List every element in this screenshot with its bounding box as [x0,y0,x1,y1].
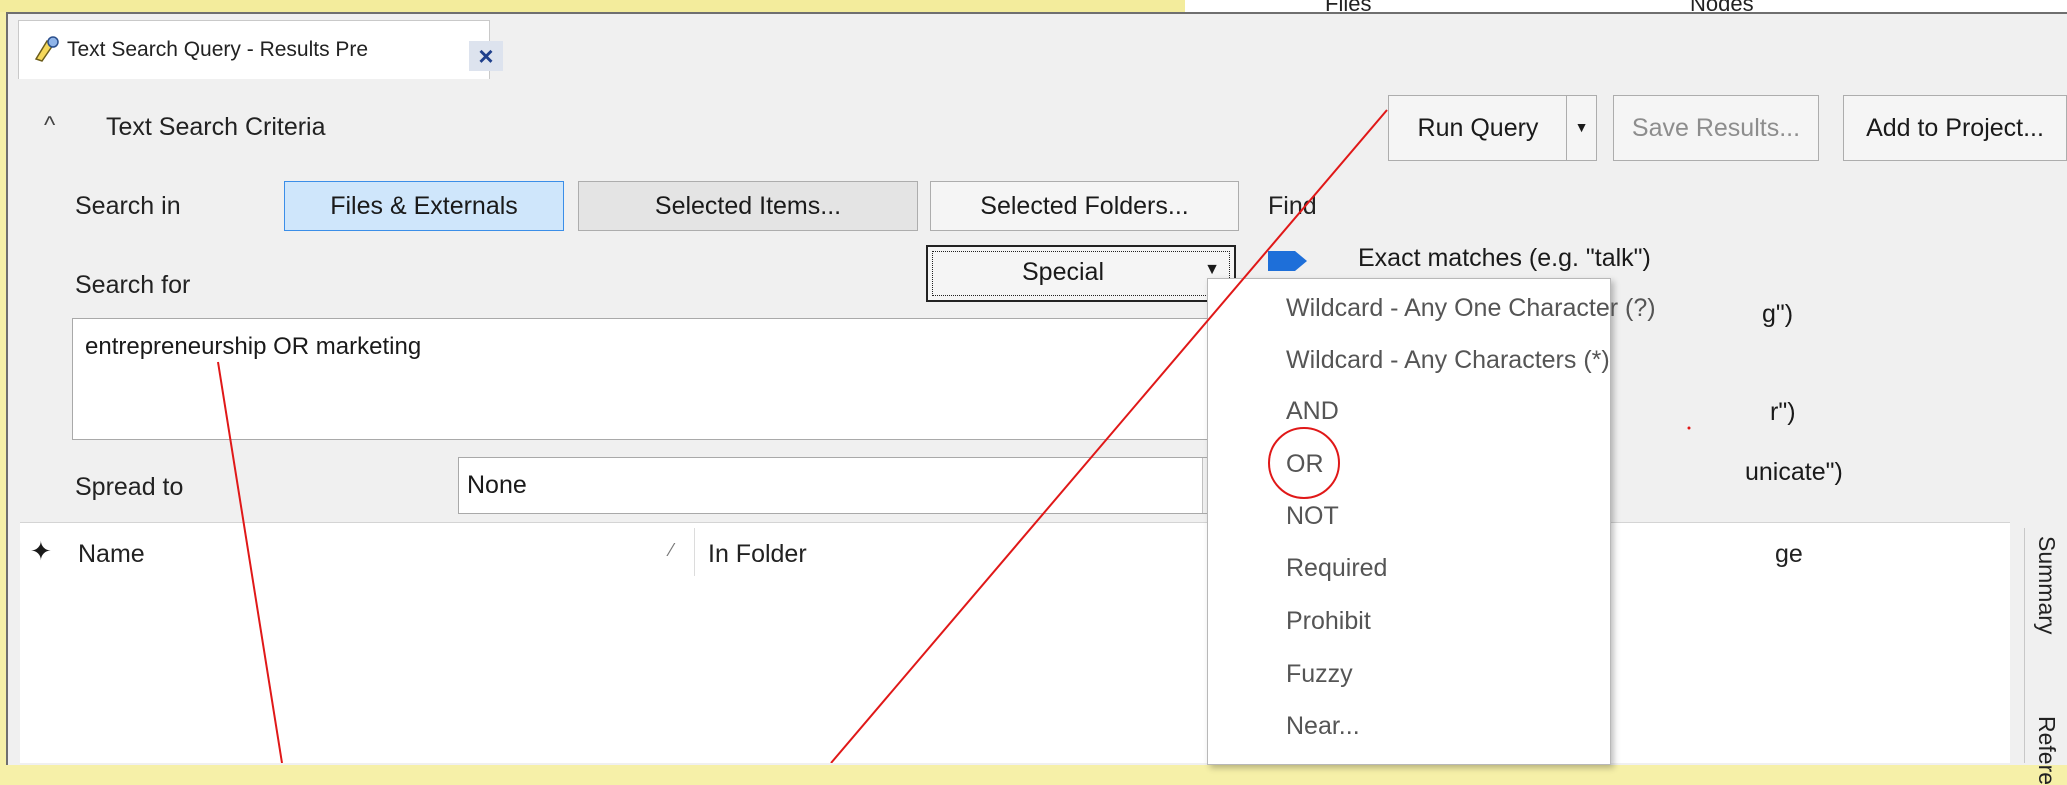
query-binoculars-icon [34,36,59,62]
tab-close-icon[interactable]: × [469,41,503,71]
results-grid-header [20,522,2010,584]
top-strip: Files Nodes [0,0,2067,16]
menu-item-fuzzy[interactable]: Fuzzy [1286,660,1353,689]
search-in-label: Search in [75,192,181,220]
special-dropdown[interactable]: Special ▼ [926,245,1236,302]
column-header-partial[interactable]: ge [1775,540,1803,569]
special-dropdown-value: Special [1022,258,1104,286]
side-tab-summary-label: Summary [2034,536,2060,635]
column-header-in-folder[interactable]: In Folder [708,540,807,569]
collapse-chevron-icon[interactable]: ^ [44,112,55,140]
pin-icon[interactable]: ✦ [30,536,52,567]
side-tab-references-label: Refere [2034,716,2060,785]
results-grid-body[interactable] [20,583,2010,763]
menu-item-wildcard-one[interactable]: Wildcard - Any One Character (?) [1286,294,1656,323]
find-option-3[interactable]: r") [1770,398,1796,427]
add-to-project-button[interactable]: Add to Project... [1843,95,2067,161]
menu-item-near[interactable]: Near... [1286,712,1360,741]
search-text-input[interactable]: entrepreneurship OR marketing [72,318,1272,440]
menu-item-or[interactable]: OR [1286,450,1324,479]
search-in-selected-items-button[interactable]: Selected Items... [578,181,918,231]
special-dropdown-arrow-icon: ▼ [1204,261,1220,278]
criteria-section-title: Text Search Criteria [106,113,326,141]
menu-item-not[interactable]: NOT [1286,502,1339,531]
spread-to-value: None [467,471,527,499]
search-for-label: Search for [75,271,191,299]
run-query-button[interactable]: Run Query [1388,95,1568,161]
exact-match-tag-icon [1268,251,1307,271]
find-option-exact[interactable]: Exact matches (e.g. "talk") [1358,244,1651,273]
side-tab-references[interactable]: Refere [2024,708,2067,785]
menu-item-required[interactable]: Required [1286,554,1387,583]
tab-text-search-query[interactable]: Text Search Query - Results Pre × [18,20,503,79]
sort-indicator-icon: ⁄ [670,540,674,560]
find-option-4[interactable]: unicate") [1745,458,1843,487]
column-header-name[interactable]: Name [78,540,145,569]
top-strip-toolbar: Files Nodes [1185,0,2067,16]
spread-to-label: Spread to [75,473,184,501]
menu-item-and[interactable]: AND [1286,397,1339,426]
menu-item-wildcard-any[interactable]: Wildcard - Any Characters (*) [1286,346,1610,375]
save-results-button[interactable]: Save Results... [1613,95,1819,161]
special-menu: Wildcard - Any One Character (?) Wildcar… [1207,278,1656,765]
side-tab-summary[interactable]: Summary [2024,528,2067,708]
tab-title: Text Search Query - Results Pre [67,38,369,61]
menu-item-prohibit[interactable]: Prohibit [1286,607,1371,636]
run-query-dropdown-arrow-icon[interactable]: ▼ [1566,95,1597,161]
find-label: Find [1268,192,1317,220]
find-option-2[interactable]: g") [1762,300,1793,329]
column-divider[interactable] [694,528,695,576]
spread-to-select[interactable]: None ▼ [458,457,1238,514]
search-in-selected-folders-button[interactable]: Selected Folders... [930,181,1239,231]
search-in-files-externals-button[interactable]: Files & Externals [284,181,564,231]
